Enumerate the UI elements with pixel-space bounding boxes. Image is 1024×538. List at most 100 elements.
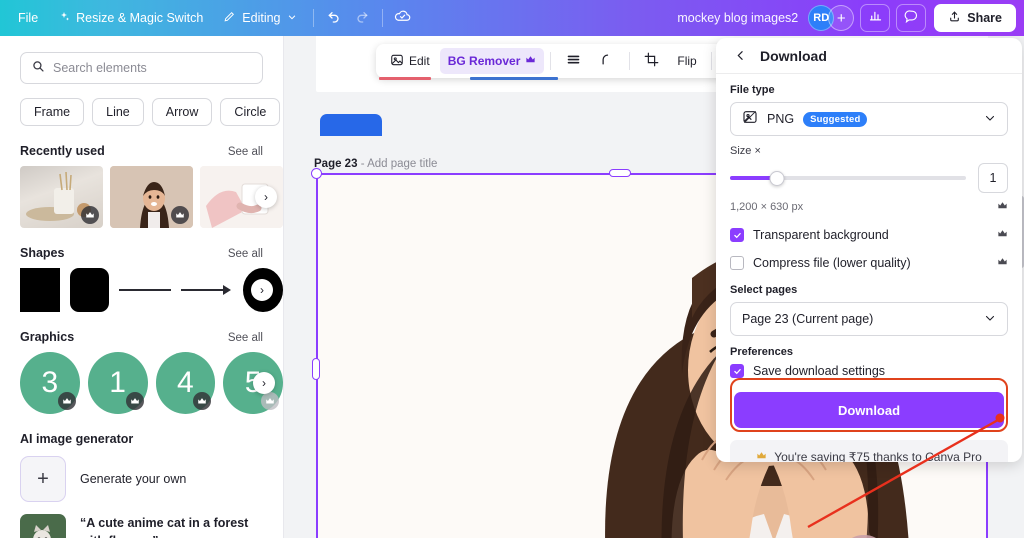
pro-crown-badge xyxy=(57,392,76,410)
chevron-down-icon xyxy=(984,112,996,127)
select-pages-label: Select pages xyxy=(730,284,798,296)
shapes-next-button[interactable]: › xyxy=(251,279,273,301)
shape-rounded-square[interactable] xyxy=(69,268,110,312)
ai-generate-row[interactable]: + Generate your own xyxy=(20,456,283,502)
see-all-recently-used[interactable]: See all xyxy=(228,146,263,158)
ai-prompt-row[interactable]: “A cute anime cat in a forest with flowe… xyxy=(20,514,283,538)
edit-image-button[interactable]: Edit xyxy=(382,48,438,74)
element-category-chips: Frame Line Arrow Circle Logo xyxy=(20,98,283,126)
edit-image-label: Edit xyxy=(409,54,430,68)
redo-button[interactable] xyxy=(348,4,376,32)
cloud-save-status-button[interactable] xyxy=(389,4,417,32)
resize-magic-switch-button[interactable]: Resize & Magic Switch xyxy=(48,5,213,31)
curve-icon xyxy=(600,52,615,70)
chip-arrow[interactable]: Arrow xyxy=(151,98,213,126)
list-item[interactable] xyxy=(110,166,193,228)
resize-handle-top-left[interactable] xyxy=(311,168,322,179)
section-title: Shapes xyxy=(20,246,65,260)
elements-sidebar: Search elements Frame Line Arrow Circle … xyxy=(0,36,284,538)
shape-line[interactable] xyxy=(119,268,172,312)
section-title: Recently used xyxy=(20,144,105,158)
size-slider[interactable] xyxy=(730,170,966,186)
canva-editor-window: File Resize & Magic Switch Editing mocke… xyxy=(0,0,1024,538)
see-all-shapes[interactable]: See all xyxy=(228,248,263,260)
status-badge: Suggested xyxy=(803,111,868,127)
search-input[interactable]: Search elements xyxy=(20,52,263,84)
align-lines-button[interactable] xyxy=(557,48,590,74)
shape-arrow[interactable] xyxy=(181,268,233,312)
shape-square[interactable] xyxy=(20,268,60,312)
page-title-label[interactable]: Page 23 - Add page title xyxy=(314,158,437,170)
section-header-ai-image-generator: AI image generator xyxy=(20,432,263,446)
shapes-row: › xyxy=(20,268,283,312)
crown-icon xyxy=(997,254,1008,272)
annotation-underline-edit xyxy=(379,77,431,80)
pro-crown-badge xyxy=(171,206,189,224)
chip-frame[interactable]: Frame xyxy=(20,98,85,126)
resize-handle-top-center[interactable] xyxy=(609,169,631,177)
transparent-background-row[interactable]: Transparent background xyxy=(730,226,1008,244)
undo-button[interactable] xyxy=(320,4,348,32)
preferences-label: Preferences xyxy=(730,346,793,358)
crown-icon xyxy=(525,54,536,68)
crop-button[interactable] xyxy=(636,48,667,74)
file-type-select[interactable]: PNG Suggested xyxy=(730,102,1008,136)
resize-handle-left-middle[interactable] xyxy=(312,358,320,380)
save-download-settings-label: Save download settings xyxy=(753,364,886,378)
bar-chart-icon xyxy=(868,8,883,28)
compress-file-checkbox[interactable] xyxy=(730,256,744,270)
save-download-settings-row[interactable]: Save download settings xyxy=(730,364,1008,378)
section-header-graphics: Graphics See all xyxy=(20,330,263,344)
see-all-graphics[interactable]: See all xyxy=(228,332,263,344)
insights-button[interactable] xyxy=(860,4,891,32)
chip-line[interactable]: Line xyxy=(92,98,144,126)
comments-button[interactable] xyxy=(896,4,927,32)
download-button[interactable]: Download xyxy=(734,392,1004,428)
ai-prompt-thumbnail[interactable] xyxy=(20,514,66,538)
select-pages-dropdown[interactable]: Page 23 (Current page) xyxy=(730,302,1008,336)
file-menu-button[interactable]: File xyxy=(8,5,48,31)
save-download-settings-checkbox[interactable] xyxy=(730,364,744,378)
page-number-label: Page 23 xyxy=(314,158,358,170)
magic-wand-icon xyxy=(58,11,70,26)
file-menu-label: File xyxy=(18,11,39,25)
editing-mode-button[interactable]: Editing xyxy=(213,5,306,31)
previous-page-blue-element[interactable] xyxy=(320,114,382,136)
download-panel-header: Download xyxy=(716,38,1022,74)
toolbar-divider xyxy=(312,9,314,27)
comment-icon xyxy=(904,8,919,28)
graphic-item[interactable]: 1 xyxy=(87,352,148,414)
dimensions-text: 1,200 × 630 px xyxy=(730,201,804,213)
list-item[interactable] xyxy=(20,166,103,228)
recently-used-next-button[interactable]: › xyxy=(255,186,277,208)
graphic-label: 4 xyxy=(177,366,194,399)
transparent-background-checkbox[interactable] xyxy=(730,228,744,242)
section-title: AI image generator xyxy=(20,432,134,446)
bg-remover-button[interactable]: BG Remover xyxy=(439,48,545,74)
graphics-next-button[interactable]: › xyxy=(253,372,275,394)
graphic-label: 1 xyxy=(109,366,126,399)
search-input-placeholder: Search elements xyxy=(53,61,147,75)
compress-file-row[interactable]: Compress file (lower quality) xyxy=(730,254,1008,272)
curve-button[interactable] xyxy=(592,48,623,74)
graphic-item[interactable]: 3 xyxy=(20,352,80,414)
graphic-item[interactable]: 4 xyxy=(155,352,216,414)
add-collaborator-button[interactable]: + xyxy=(828,5,855,31)
share-button[interactable]: Share xyxy=(934,4,1016,32)
search-icon xyxy=(31,59,45,78)
pencil-icon xyxy=(223,10,236,26)
section-title: Graphics xyxy=(20,330,75,344)
pro-crown-badge xyxy=(81,206,99,224)
flip-button[interactable]: Flip xyxy=(669,48,704,74)
page-title-placeholder: - Add page title xyxy=(360,158,438,170)
chip-circle[interactable]: Circle xyxy=(220,98,281,126)
chevron-left-icon[interactable] xyxy=(730,46,750,66)
section-header-recently-used: Recently used See all xyxy=(20,144,263,158)
plus-icon[interactable]: + xyxy=(20,456,66,502)
file-image-icon xyxy=(742,109,758,130)
slider-knob[interactable] xyxy=(769,170,785,186)
size-multiplier-input[interactable]: 1 xyxy=(978,163,1008,193)
size-label: Size × xyxy=(730,145,761,157)
pro-crown-badge xyxy=(125,392,144,410)
document-title[interactable]: mockey blog images2 xyxy=(667,11,808,25)
